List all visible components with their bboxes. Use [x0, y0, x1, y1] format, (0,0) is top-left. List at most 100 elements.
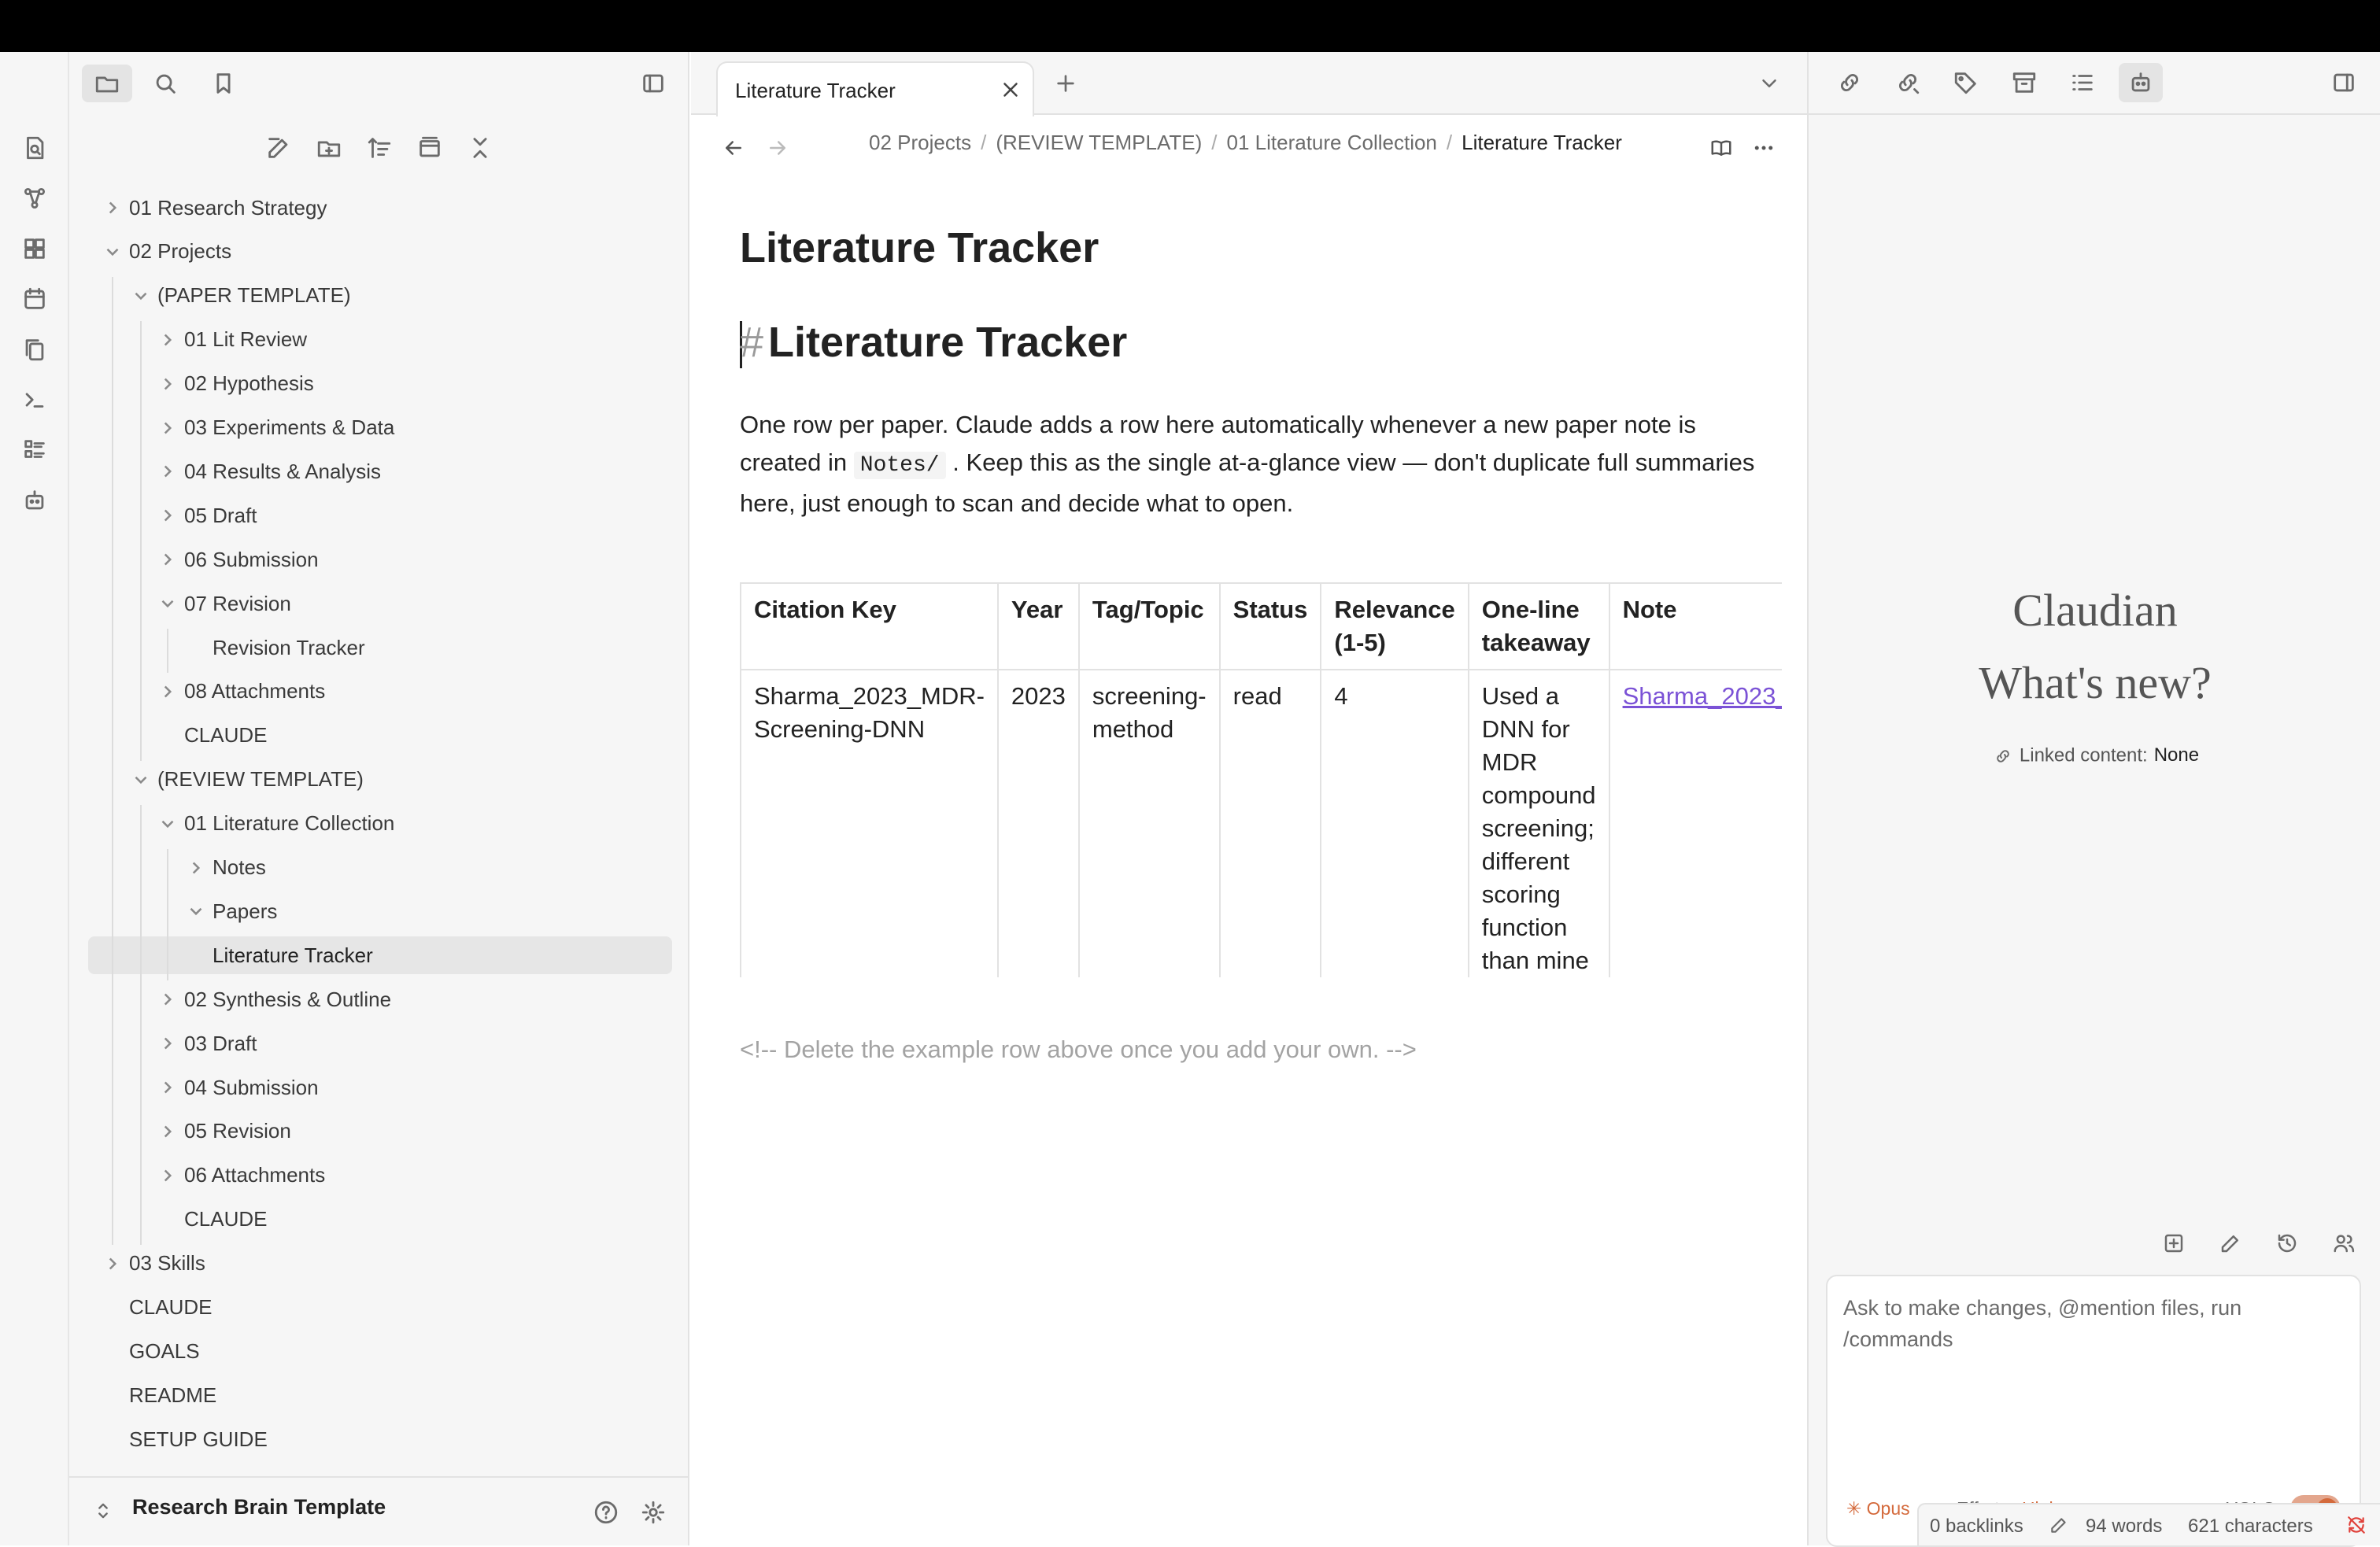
tree-folder-item[interactable]: 04 Results & Analysis	[88, 452, 672, 490]
tree-folder-item[interactable]: (PAPER TEMPLATE)	[88, 277, 672, 315]
heading-1[interactable]: # Literature Tracker	[740, 318, 1127, 367]
table-cell-note[interactable]: Sharma_2023_MDR-Screening-DNN	[1608, 669, 1782, 977]
sync-off-icon[interactable]	[2344, 1512, 2369, 1538]
tree-folder-item[interactable]: 06 Attachments	[88, 1157, 672, 1194]
close-tab-icon[interactable]	[996, 76, 1025, 104]
vault-switcher[interactable]: Research Brain Template	[69, 1476, 689, 1545]
note-link[interactable]: Sharma_2023_MDR-Screening-DNN	[1623, 682, 1782, 710]
back-arrow-icon[interactable]	[713, 127, 754, 168]
tree-file-item[interactable]: CLAUDE	[88, 1289, 672, 1327]
tree-folder-item[interactable]: 01 Literature Collection	[88, 805, 672, 843]
tree-folder-item[interactable]: 03 Draft	[88, 1025, 672, 1062]
pencil-icon[interactable]	[2046, 1512, 2071, 1538]
chevron-down-icon[interactable]	[186, 901, 206, 921]
tree-file-item[interactable]: SETUP GUIDE	[88, 1420, 672, 1458]
chevron-right-icon[interactable]	[157, 418, 178, 438]
chevron-right-icon[interactable]	[186, 858, 206, 878]
table-header-cell[interactable]: Tag/Topic	[1077, 582, 1221, 670]
intro-paragraph[interactable]: One row per paper. Claude adds a row her…	[740, 406, 1779, 522]
note-title[interactable]: Literature Tracker	[740, 223, 1099, 272]
new-chat-icon[interactable]	[2156, 1226, 2191, 1261]
chevron-down-icon[interactable]	[131, 286, 151, 306]
table-header-cell[interactable]: Status	[1218, 582, 1322, 670]
search-file-icon[interactable]	[17, 131, 52, 165]
chevron-down-icon[interactable]	[102, 242, 123, 262]
outgoing-links-icon[interactable]	[1828, 63, 1872, 102]
new-tab-icon[interactable]	[1048, 66, 1083, 101]
tree-folder-item[interactable]: 02 Synthesis & Outline	[88, 980, 672, 1018]
tree-folder-item[interactable]: 03 Skills	[88, 1245, 672, 1283]
tree-folder-item[interactable]: 01 Research Strategy	[88, 189, 672, 227]
tree-folder-item[interactable]: Notes	[88, 849, 672, 887]
table-header-cell[interactable]: Citation Key	[740, 582, 999, 670]
calendar-icon[interactable]	[17, 282, 52, 316]
sort-icon[interactable]	[362, 131, 397, 165]
table-scroll-container[interactable]: Citation Key Year Tag/Topic Status Relev…	[740, 582, 1782, 977]
chevron-right-icon[interactable]	[157, 1121, 178, 1142]
chevron-right-icon[interactable]	[157, 681, 178, 702]
bot-icon[interactable]	[17, 483, 52, 518]
outline-icon[interactable]	[2060, 63, 2105, 102]
tree-folder-item[interactable]: Papers	[88, 892, 672, 930]
tree-folder-item[interactable]: 06 Submission	[88, 541, 672, 578]
table-cell[interactable]: 2023	[996, 669, 1080, 977]
more-options-icon[interactable]	[1746, 127, 1782, 168]
table-header-cell[interactable]: Note	[1608, 582, 1782, 670]
tree-file-item[interactable]: Literature Tracker	[88, 936, 672, 975]
chevron-right-icon[interactable]	[102, 1253, 123, 1274]
tree-folder-item[interactable]: 07 Revision	[88, 585, 672, 622]
table-cell[interactable]: 4	[1320, 669, 1469, 977]
breadcrumb-item[interactable]: 02 Projects	[869, 131, 971, 154]
tree-folder-item[interactable]: 05 Revision	[88, 1113, 672, 1150]
table-header-cell[interactable]: Relevance (1-5)	[1320, 582, 1469, 670]
terminal-icon[interactable]	[17, 382, 52, 417]
new-folder-icon[interactable]	[312, 131, 346, 165]
table-header-cell[interactable]: Year	[996, 582, 1080, 670]
tree-folder-item[interactable]: 02 Hypothesis	[88, 365, 672, 403]
list-view-icon[interactable]	[17, 433, 52, 467]
tree-file-item[interactable]: CLAUDE	[88, 1201, 672, 1239]
tree-file-item[interactable]: Revision Tracker	[88, 629, 672, 666]
history-icon[interactable]	[2270, 1226, 2304, 1261]
tab-list-chevron-icon[interactable]	[1752, 66, 1787, 101]
auto-reveal-icon[interactable]	[412, 131, 447, 165]
backlinks-icon[interactable]	[1886, 63, 1930, 102]
new-note-icon[interactable]	[261, 131, 296, 165]
chevron-right-icon[interactable]	[102, 198, 123, 218]
tags-icon[interactable]	[1944, 63, 1988, 102]
chevron-right-icon[interactable]	[157, 330, 178, 350]
chevron-right-icon[interactable]	[157, 549, 178, 570]
chevron-down-icon[interactable]	[157, 593, 178, 614]
chevron-right-icon[interactable]	[157, 461, 178, 482]
canvas-icon[interactable]	[17, 231, 52, 266]
table-header-cell[interactable]: One-line takeaway	[1467, 582, 1610, 670]
archive-icon[interactable]	[2002, 63, 2046, 102]
right-sidebar-toggle-icon[interactable]	[2322, 63, 2366, 102]
tree-folder-item[interactable]: 02 Projects	[88, 233, 672, 271]
html-comment[interactable]: <!-- Delete the example row above once y…	[740, 1036, 1417, 1064]
settings-gear-icon[interactable]	[636, 1495, 671, 1530]
table-cell[interactable]: screening-method	[1077, 669, 1221, 977]
search-icon[interactable]	[140, 65, 190, 102]
chevron-right-icon[interactable]	[157, 374, 178, 394]
breadcrumb-item[interactable]: (REVIEW TEMPLATE)	[996, 131, 1202, 154]
tree-folder-item[interactable]: 05 Draft	[88, 497, 672, 534]
reading-view-icon[interactable]	[1703, 127, 1739, 168]
tree-file-item[interactable]: CLAUDE	[88, 717, 672, 755]
help-icon[interactable]	[589, 1495, 623, 1530]
edit-icon[interactable]	[2213, 1226, 2248, 1261]
table-cell[interactable]: Sharma_2023_MDR-Screening-DNN	[740, 669, 999, 977]
table-cell[interactable]: read	[1218, 669, 1322, 977]
chevron-right-icon[interactable]	[157, 1033, 178, 1054]
chevron-right-icon[interactable]	[157, 989, 178, 1010]
breadcrumb-current[interactable]: Literature Tracker	[1462, 131, 1622, 154]
claudian-bot-icon[interactable]	[2119, 63, 2163, 102]
chevron-down-icon[interactable]	[157, 814, 178, 834]
tree-folder-item[interactable]: 01 Lit Review	[88, 321, 672, 359]
copy-icon[interactable]	[17, 332, 52, 367]
sidebar-toggle-icon[interactable]	[628, 65, 678, 102]
folder-icon[interactable]	[82, 65, 132, 102]
tab-literature-tracker[interactable]: Literature Tracker	[716, 61, 1034, 116]
model-selector[interactable]: ✳ Opus	[1846, 1498, 1910, 1519]
users-icon[interactable]	[2326, 1226, 2361, 1261]
